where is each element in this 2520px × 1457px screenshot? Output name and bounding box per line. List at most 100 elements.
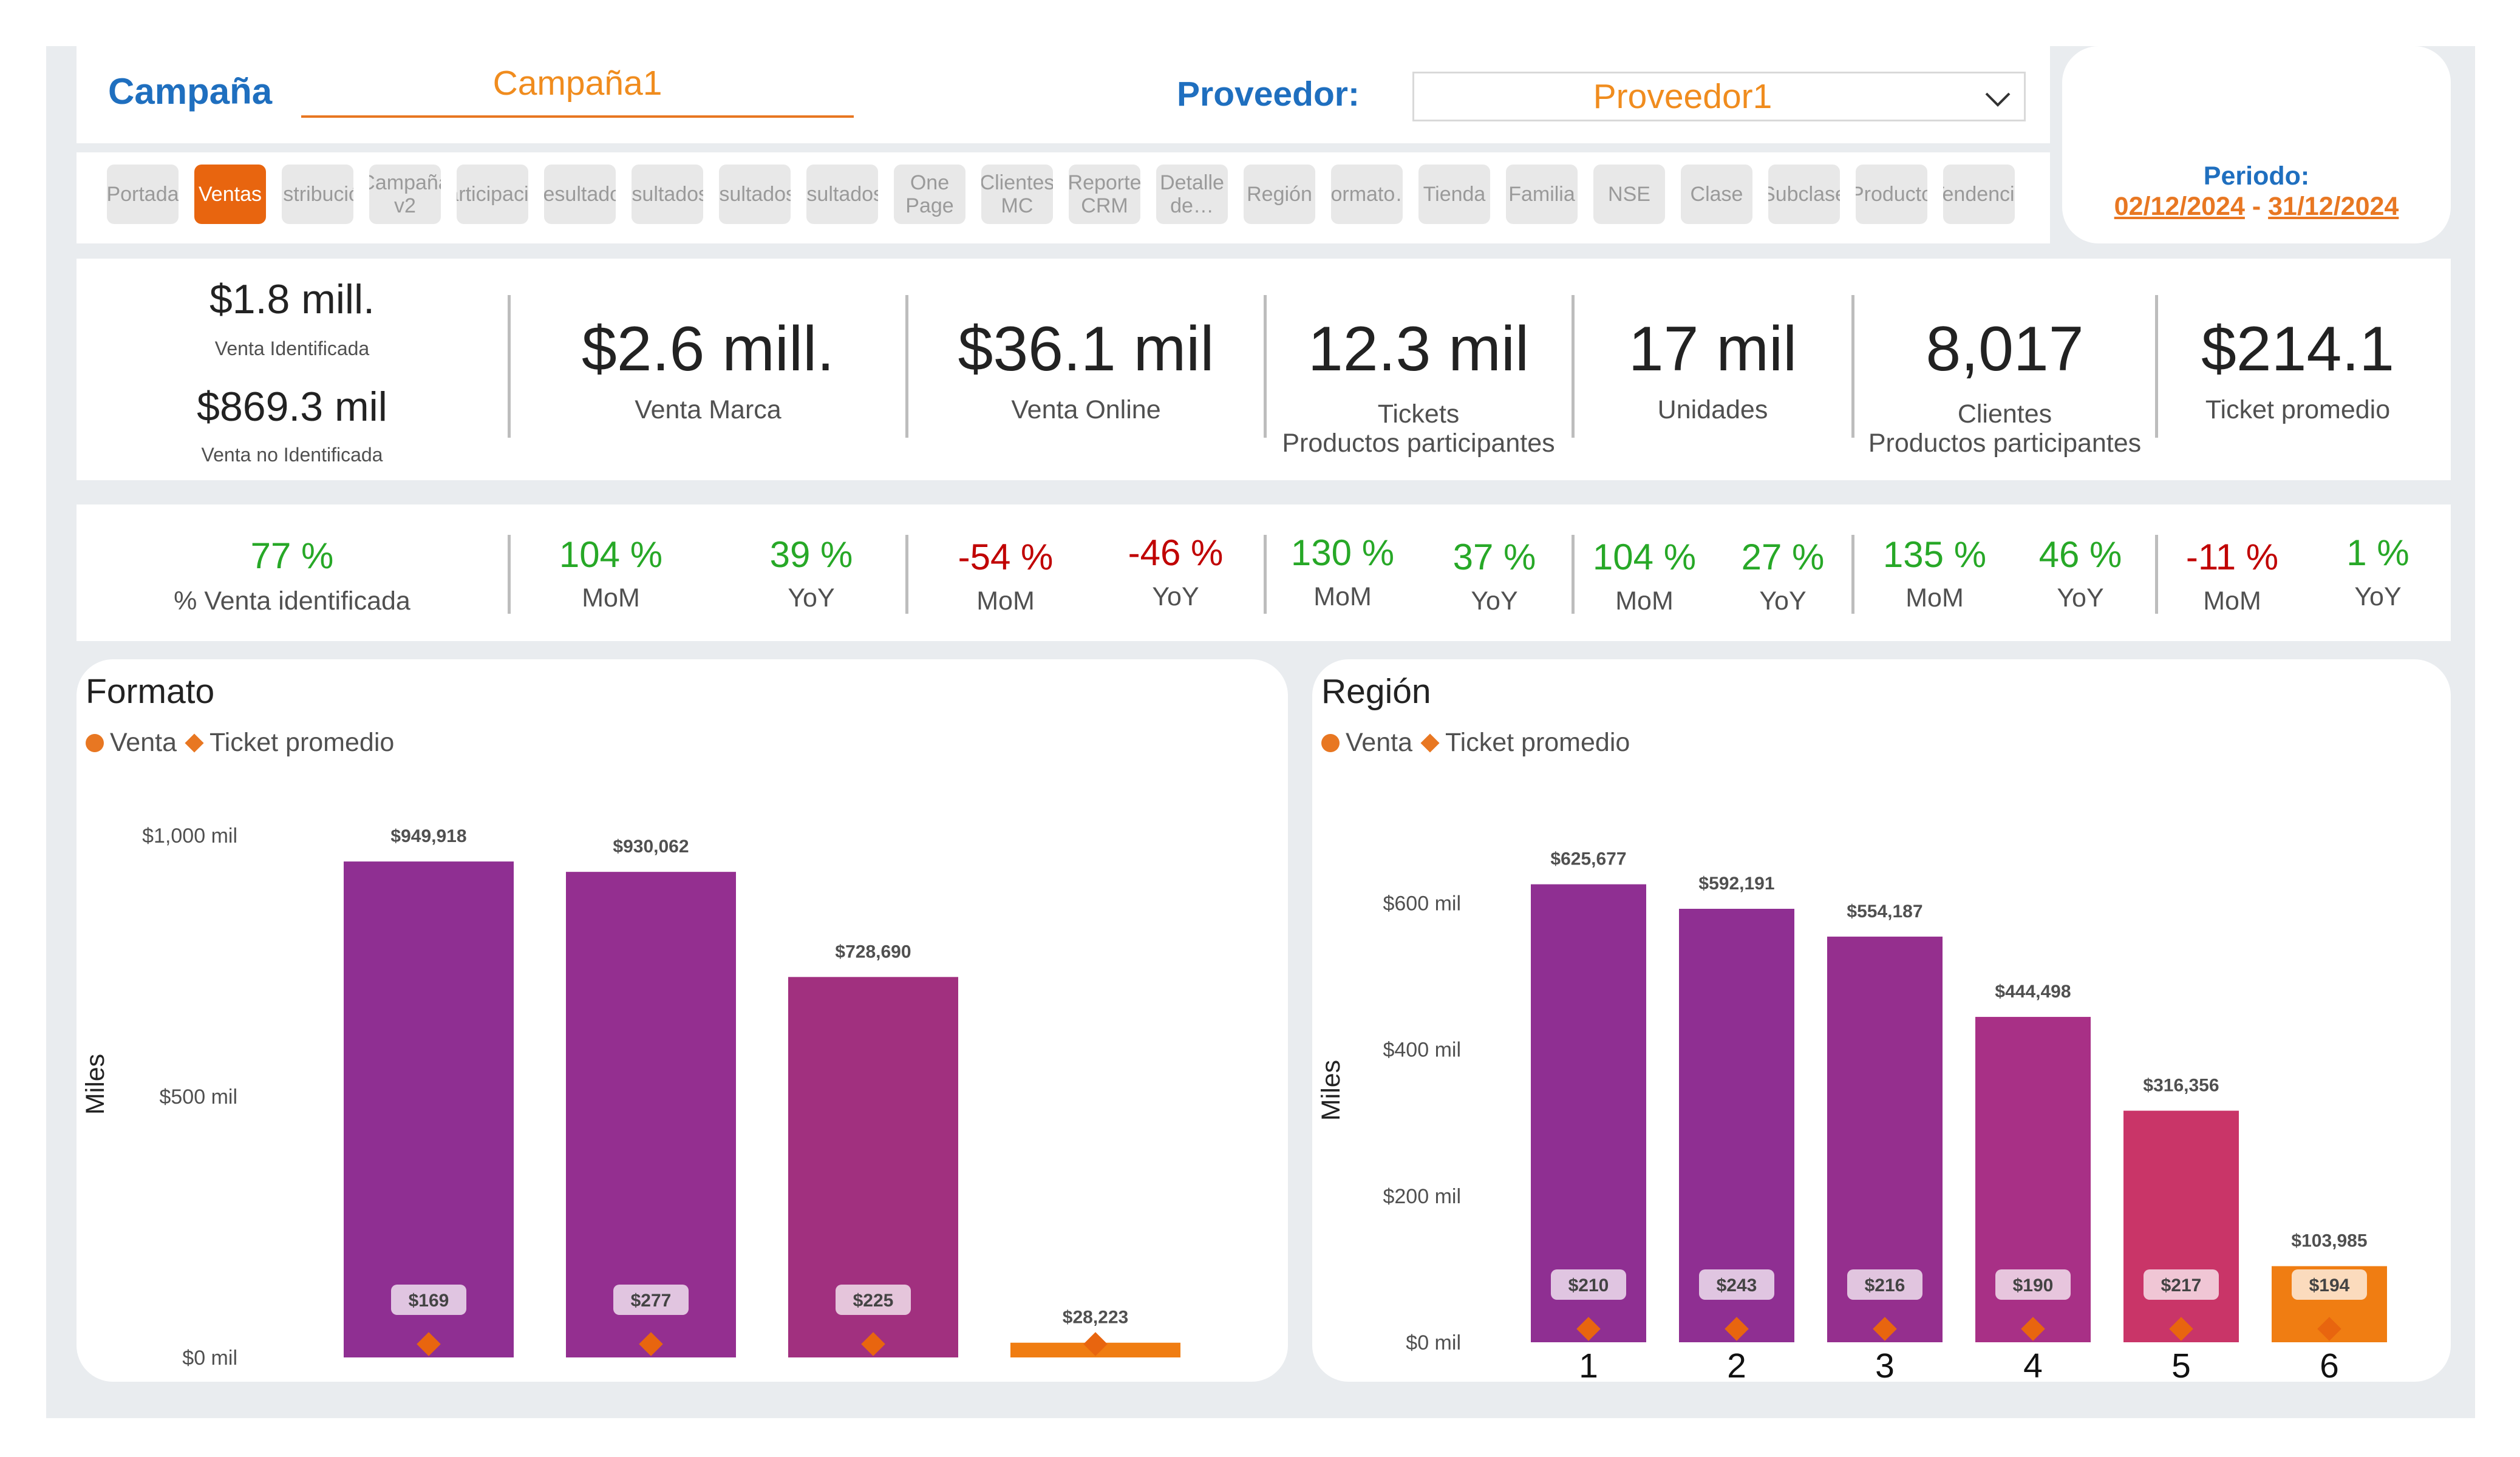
ticket-promedio-data-label: $194: [2309, 1275, 2350, 1296]
tab-7[interactable]: Resultados…: [719, 165, 791, 224]
unidades-mom: 104 %: [1592, 537, 1697, 577]
mom-label: MoM: [1313, 582, 1372, 611]
tab-8[interactable]: Resultados…: [806, 165, 878, 224]
venta-data-label: $930,062: [613, 837, 689, 857]
venta-marca-value: $2.6 mill.: [581, 314, 835, 384]
category-label: 2: [1727, 1347, 1746, 1382]
venta-data-label: $444,498: [1995, 982, 2071, 1002]
tickets-yoy: 37 %: [1452, 537, 1536, 577]
venta-marca-label: Venta Marca: [635, 395, 782, 424]
category-label: 6: [2320, 1347, 2339, 1382]
campaign-label: Campaña: [108, 71, 273, 112]
ticket-promedio-yoy: 1 %: [2346, 532, 2409, 573]
yoy-label: YoY: [2354, 582, 2402, 611]
pct-venta-identificada: 77 %: [250, 535, 334, 576]
ticket-promedio-data-label: $217: [2161, 1275, 2202, 1296]
unidades-label: Unidades: [1657, 395, 1768, 424]
tab-14[interactable]: Formato…: [1331, 165, 1403, 224]
venta-online-label: Venta Online: [1011, 395, 1161, 424]
ticket-promedio-label: Ticket promedio: [2205, 395, 2391, 424]
tickets-value: 12.3 mil: [1307, 314, 1530, 384]
venta-data-label: $949,918: [390, 826, 466, 846]
tab-21[interactable]: Tendencia: [1943, 165, 2015, 224]
y-tick-label: $0 mil: [182, 1347, 237, 1370]
tab-18[interactable]: Clase: [1681, 165, 1752, 224]
tab-9[interactable]: One Page: [894, 165, 965, 224]
y-tick-label: $200 mil: [1383, 1185, 1461, 1208]
venta-marca-mom: 104 %: [559, 534, 663, 575]
period-card: Periodo: 02/12/2024 - 31/12/2024: [2062, 46, 2451, 243]
clientes-label: Clientes: [1957, 399, 2052, 429]
tab-5[interactable]: Resultados: [544, 165, 616, 224]
mom-label: MoM: [1615, 586, 1674, 616]
tab-12[interactable]: Detalle de…: [1156, 165, 1228, 224]
venta-bar: [2123, 1110, 2239, 1342]
category-label: 3: [1875, 1347, 1895, 1382]
growth-divider: [905, 535, 908, 614]
venta-online-yoy: -46 %: [1128, 532, 1224, 573]
campaign-underline: [301, 115, 854, 118]
tab-3[interactable]: Campaña v2: [369, 165, 441, 224]
ticket-promedio-data-label: $190: [2013, 1275, 2054, 1296]
growth-divider: [508, 535, 511, 614]
tab-0[interactable]: Portada: [107, 165, 179, 224]
tab-13[interactable]: Región: [1244, 165, 1315, 224]
venta-data-label: $625,677: [1550, 849, 1626, 869]
tab-1[interactable]: Ventas: [194, 165, 266, 224]
category-label: 4: [2023, 1347, 2043, 1382]
venta-no-identificada-label: Venta no Identificada: [201, 444, 383, 466]
yoy-label: YoY: [1471, 586, 1518, 616]
period-separator: -: [2244, 192, 2269, 221]
tab-15[interactable]: Tienda: [1418, 165, 1490, 224]
campaign-value[interactable]: Campaña1: [301, 63, 854, 103]
tab-2[interactable]: Distribución: [282, 165, 353, 224]
tab-17[interactable]: NSE: [1593, 165, 1665, 224]
region-chart: $0 mil $200 mil $400 mil $600 mil Miles $625,…: [1316, 849, 2387, 1382]
tab-10[interactable]: Clientes MC: [981, 165, 1053, 224]
y-axis-title: Miles: [1316, 1060, 1346, 1121]
ticket-promedio-data-label: $169: [409, 1291, 449, 1311]
tab-16[interactable]: Familia: [1506, 165, 1578, 224]
dashboard-canvas: Campaña Campaña1 Proveedor: Proveedor1 P…: [46, 46, 2475, 1418]
ticket-promedio-data-label: $277: [631, 1291, 672, 1311]
provider-dropdown[interactable]: Proveedor1: [1412, 72, 2026, 121]
growth-divider: [1851, 535, 1854, 614]
period-start-date[interactable]: 02/12/2024: [2114, 192, 2245, 221]
chevron-down-icon: [1985, 92, 2011, 107]
clientes-mom: 135 %: [1882, 534, 1987, 575]
pct-venta-identificada-label: % Venta identificada: [174, 586, 410, 616]
period-dates: 02/12/2024 - 31/12/2024: [2062, 192, 2451, 222]
ticket-promedio-mom: -11 %: [2185, 537, 2279, 577]
venta-identificada-value: $1.8 mill.: [209, 276, 375, 322]
tab-bar: Portada Ventas Distribución Campaña v2 Parti…: [77, 152, 2050, 243]
y-tick-label: $600 mil: [1383, 892, 1461, 915]
venta-data-label: $316,356: [2143, 1076, 2219, 1096]
venta-no-identificada-value: $869.3 mil: [197, 384, 387, 430]
tab-6[interactable]: Resultados…: [632, 165, 703, 224]
tab-4[interactable]: Participación: [457, 165, 528, 224]
venta-identificada-label: Venta Identificada: [214, 338, 370, 359]
tab-11[interactable]: Reporte CRM: [1069, 165, 1140, 224]
yoy-label: YoY: [1759, 586, 1807, 616]
venta-data-label: $28,223: [1063, 1308, 1128, 1328]
tickets-sublabel: Productos participantes: [1282, 429, 1555, 458]
ticket-promedio-value: $214.1: [2201, 314, 2395, 384]
yoy-label: YoY: [2057, 583, 2104, 613]
venta-bar: [344, 861, 514, 1357]
provider-value: Proveedor1: [1593, 77, 1773, 116]
y-axis-title: Miles: [81, 1054, 110, 1115]
kpi-card: $1.8 mill. Venta Identificada $869.3 mil…: [77, 259, 2451, 480]
period-end-date[interactable]: 31/12/2024: [2268, 192, 2399, 221]
tab-20[interactable]: Producto: [1856, 165, 1927, 224]
ticket-promedio-data-label: $225: [853, 1291, 894, 1311]
yoy-label: YoY: [788, 583, 835, 613]
tickets-mom: 130 %: [1290, 532, 1395, 573]
tab-19[interactable]: Subclase: [1768, 165, 1840, 224]
venta-data-label: $728,690: [835, 942, 911, 962]
category-label: 1: [1579, 1347, 1598, 1382]
venta-marca-yoy: 39 %: [769, 534, 853, 575]
venta-data-label: $103,985: [2291, 1231, 2367, 1251]
venta-online-value: $36.1 mil: [958, 314, 1214, 384]
region-chart-card: Región Venta Ticket promedio $0 mil $200 …: [1312, 659, 2451, 1382]
provider-label: Proveedor:: [1177, 75, 1360, 114]
